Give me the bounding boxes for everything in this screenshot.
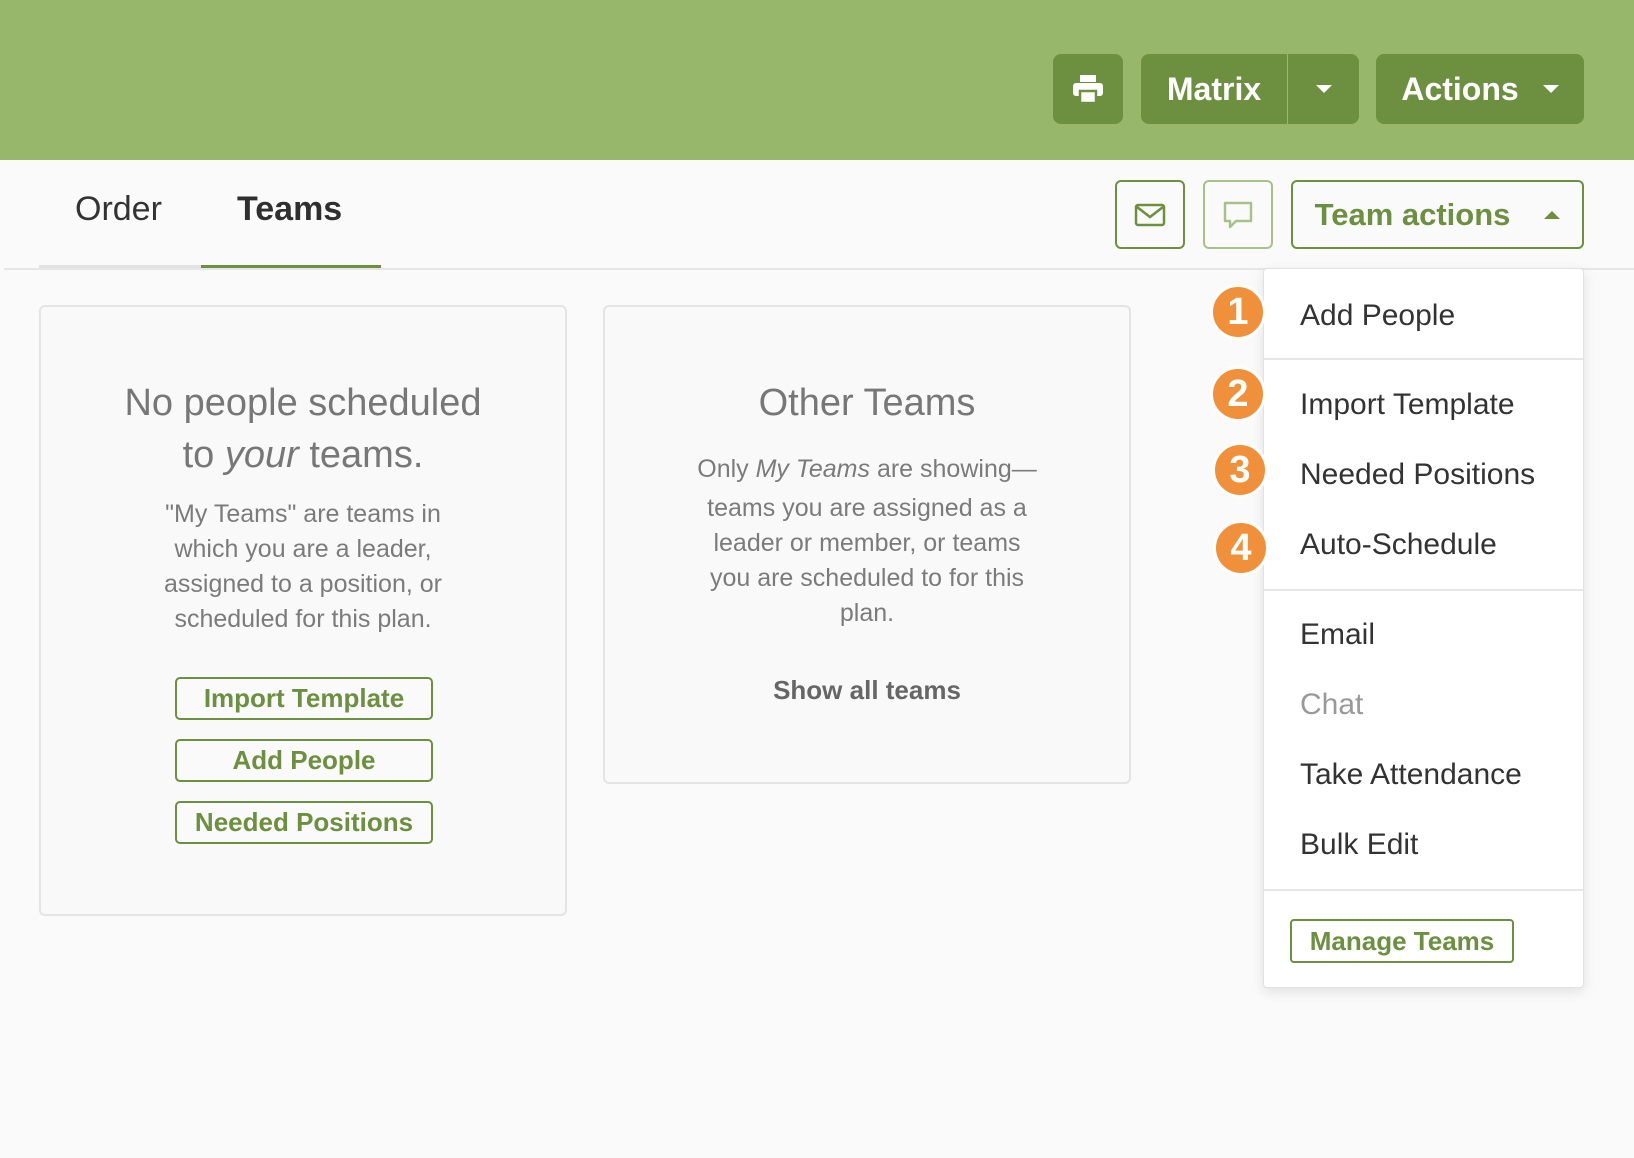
my-teams-title-line2: to your teams. <box>182 434 424 476</box>
matrix-label: Matrix <box>1166 70 1262 107</box>
my-teams-empty-card: No people scheduled to your teams. "My T… <box>39 305 567 916</box>
menu-item-bulk-edit[interactable]: Bulk Edit <box>1300 828 1418 862</box>
printer-icon <box>1073 75 1103 104</box>
callout-badge-4: 4 <box>1213 520 1269 576</box>
chat-bubble-icon <box>1223 201 1253 228</box>
matrix-dropdown-toggle[interactable] <box>1288 54 1359 124</box>
actions-label: Actions <box>1401 70 1519 107</box>
my-teams-description-line1: "My Teams" are teams in <box>165 500 441 528</box>
envelope-icon <box>1134 203 1166 226</box>
team-actions-menu: Add People Import Template Needed Positi… <box>1263 268 1584 988</box>
chevron-up-icon <box>1544 210 1561 219</box>
tab-teams-active-underline <box>201 265 381 268</box>
menu-divider <box>1264 358 1583 360</box>
add-people-button[interactable]: Add People <box>175 739 433 782</box>
needed-positions-button[interactable]: Needed Positions <box>175 801 433 844</box>
actions-button[interactable]: Actions <box>1376 54 1584 124</box>
my-teams-description-line2: which you are a leader, <box>174 535 432 563</box>
my-teams-title-line1: No people scheduled <box>124 382 482 424</box>
other-teams-description-line4: you are scheduled to for this <box>709 564 1025 592</box>
email-button[interactable] <box>1115 180 1185 249</box>
tab-teams[interactable]: Teams <box>237 190 342 229</box>
menu-item-email[interactable]: Email <box>1300 618 1375 652</box>
manage-teams-button[interactable]: Manage Teams <box>1290 919 1514 963</box>
my-teams-description-line3: assigned to a position, or <box>164 570 442 598</box>
print-button[interactable] <box>1053 54 1123 124</box>
my-teams-description-line4: scheduled for this plan. <box>174 605 432 633</box>
menu-item-take-attendance[interactable]: Take Attendance <box>1300 758 1522 792</box>
other-teams-description-line1: Only My Teams are showing— <box>697 455 1037 483</box>
import-template-button[interactable]: Import Template <box>175 677 433 720</box>
show-all-teams-link[interactable]: Show all teams <box>605 675 1129 706</box>
other-teams-description-line2: teams you are assigned as a <box>707 494 1027 522</box>
tab-order-underline <box>39 265 202 268</box>
chevron-down-icon <box>1315 85 1332 93</box>
menu-item-auto-schedule[interactable]: Auto-Schedule <box>1300 528 1497 562</box>
chat-button[interactable] <box>1203 180 1273 249</box>
callout-badge-3: 3 <box>1212 442 1268 498</box>
menu-item-needed-positions[interactable]: Needed Positions <box>1300 458 1535 492</box>
menu-item-add-people[interactable]: Add People <box>1300 299 1455 333</box>
top-header-bar: Matrix Actions <box>0 0 1634 160</box>
menu-item-import-template[interactable]: Import Template <box>1300 388 1515 422</box>
callout-badge-1: 1 <box>1210 284 1266 340</box>
team-actions-label: Team actions <box>1314 196 1511 232</box>
team-actions-button[interactable]: Team actions <box>1291 180 1584 249</box>
callout-badge-2: 2 <box>1210 366 1266 422</box>
other-teams-title: Other Teams <box>758 382 976 424</box>
menu-item-chat: Chat <box>1300 688 1364 721</box>
other-teams-description-line5: plan. <box>839 599 895 627</box>
tab-order[interactable]: Order <box>75 190 162 229</box>
other-teams-description-line3: leader or member, or teams <box>713 529 1021 557</box>
menu-divider <box>1264 889 1583 891</box>
other-teams-card: Other Teams Only My Teams are showing— t… <box>603 305 1131 784</box>
matrix-button[interactable]: Matrix <box>1141 54 1287 124</box>
chevron-down-icon <box>1542 85 1559 93</box>
menu-divider <box>1264 589 1583 591</box>
